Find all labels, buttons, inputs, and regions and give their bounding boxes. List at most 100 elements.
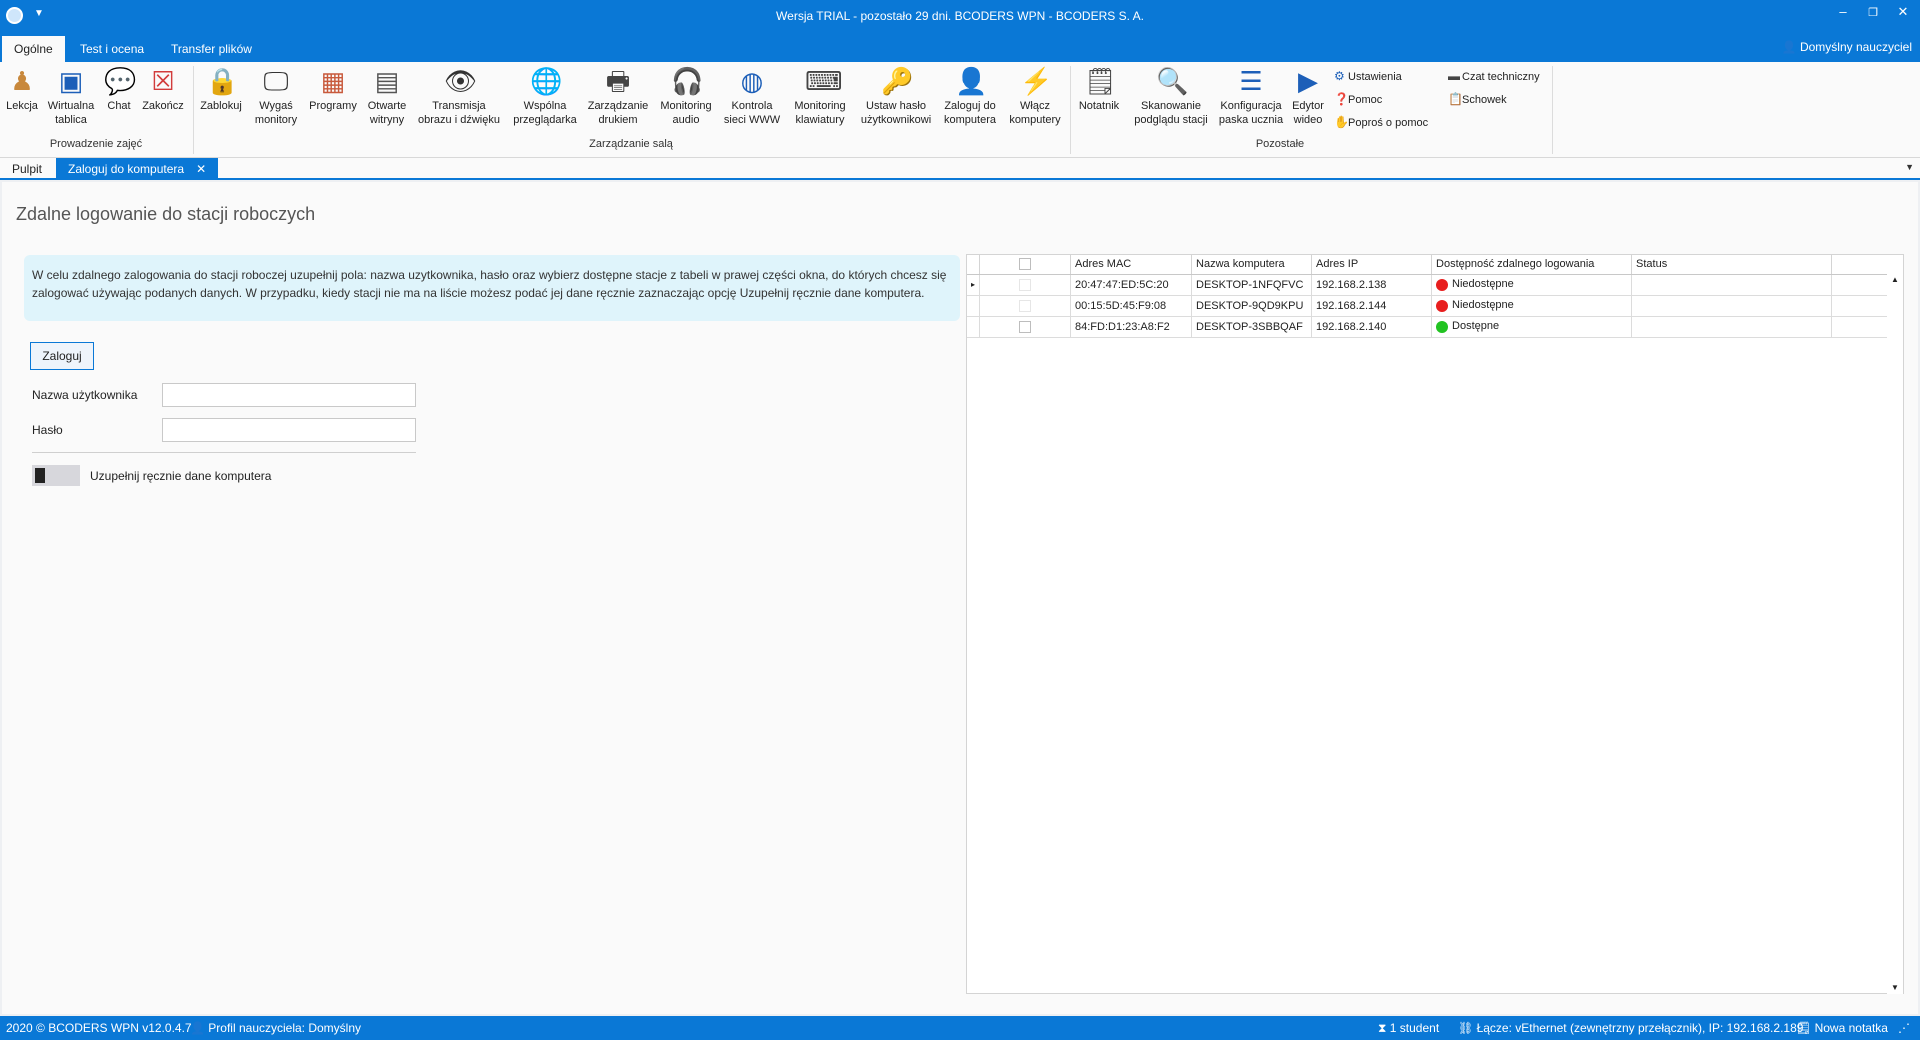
monitoring-klawiatury-button[interactable]: ⌨ Monitoring klawiatury xyxy=(786,66,854,127)
video-editor-icon: ▶ xyxy=(1298,66,1318,96)
cell-ip: 192.168.2.138 xyxy=(1311,274,1433,296)
col-ip[interactable]: Adres IP xyxy=(1311,255,1433,275)
col-status[interactable]: Status xyxy=(1631,255,1833,275)
zablokuj-button[interactable]: 🔒 Zablokuj xyxy=(196,66,246,113)
konfiguracja-paska-button[interactable]: ☰ Konfiguracja paska ucznia xyxy=(1216,66,1286,127)
profile-indicator[interactable]: 👤 Profil nauczyciela: Domyślny xyxy=(190,1021,361,1035)
status-bar: 2020 © BCODERS WPN v12.0.4.7 👤 Profil na… xyxy=(0,1016,1920,1040)
kontrola-sieci-www-button[interactable]: ◍ Kontrola sieci WWW xyxy=(720,66,784,127)
tab-ogolne[interactable]: Ogólne xyxy=(2,36,65,62)
chat-button[interactable]: 💬 Chat xyxy=(102,66,136,113)
resize-grip-icon[interactable]: ⋰ xyxy=(1898,1021,1910,1035)
tab-test-i-ocena[interactable]: Test i ocena xyxy=(68,36,156,62)
cell-filler xyxy=(1831,295,1894,317)
user-name: Domyślny nauczyciel xyxy=(1799,40,1912,54)
lekcja-label: Lekcja xyxy=(6,100,38,112)
col-filler xyxy=(1831,255,1894,275)
tab-transfer-plikow[interactable]: Transfer plików xyxy=(159,36,264,62)
col-availability[interactable]: Dostępność zdalnego logowania xyxy=(1431,255,1633,275)
row-indicator xyxy=(967,295,980,317)
wlacz-komputery-button[interactable]: ⚡ Włącz komputery xyxy=(1004,66,1066,127)
new-note-button[interactable]: 🗒 Nowa notatka xyxy=(1796,1021,1888,1035)
new-note-text: Nowa notatka xyxy=(1814,1021,1888,1035)
row-checkbox[interactable] xyxy=(1019,278,1032,291)
availability-text: Dostępne xyxy=(1452,320,1500,333)
ustawienia-button[interactable]: ⚙ Ustawienia xyxy=(1334,69,1402,83)
web-globe-icon: ◍ xyxy=(740,66,764,96)
availability-text: Niedostępne xyxy=(1452,299,1514,312)
close-tab-icon[interactable]: ✕ xyxy=(196,162,206,176)
row-checkbox[interactable] xyxy=(1019,320,1032,333)
connection-text: Łącze: vEthernet (zewnętrzny przełącznik… xyxy=(1476,1021,1804,1035)
row-checkbox[interactable] xyxy=(1019,299,1032,312)
monitoring-klawiatury-label: Monitoring klawiatury xyxy=(794,100,846,126)
edytor-wideo-button[interactable]: ▶ Edytor wideo xyxy=(1288,66,1328,127)
pomoc-button[interactable]: ❓Pomoc xyxy=(1334,92,1382,106)
lock-icon: 🔒 xyxy=(206,66,239,96)
students-indicator[interactable]: ⧗ 1 student xyxy=(1378,1021,1439,1036)
restore-icon[interactable]: ❐ xyxy=(1860,6,1886,19)
select-all-header[interactable] xyxy=(979,255,1072,275)
main-content: Zdalne logowanie do stacji roboczych W c… xyxy=(2,182,1918,1014)
cell-filler xyxy=(1831,316,1894,338)
group-prowadzenie-zajec: Prowadzenie zajęć xyxy=(49,138,143,150)
whiteboard-icon: ▣ xyxy=(58,66,84,96)
table-row[interactable]: 00:15:5D:45:F9:08 DESKTOP-9QD9KPU 192.16… xyxy=(967,295,1894,317)
tech-chat-icon: ▬ xyxy=(1448,69,1460,83)
cell-ip: 192.168.2.144 xyxy=(1311,295,1433,317)
copyright-text: 2020 © BCODERS WPN v12.0.4.7 xyxy=(6,1021,192,1035)
tab-pulpit[interactable]: Pulpit xyxy=(0,158,54,180)
monitoring-audio-label: Monitoring audio xyxy=(660,100,712,126)
menu-bar: Ogólne Test i ocena Transfer plików 👤 Do… xyxy=(0,32,1920,62)
transmisja-button[interactable]: 👁 Transmisja obrazu i dźwięku xyxy=(414,66,504,127)
row-checkbox-cell[interactable] xyxy=(979,295,1072,317)
username-input[interactable] xyxy=(162,383,416,407)
user-menu[interactable]: 👤 Domyślny nauczyciel xyxy=(1782,40,1912,54)
connection-indicator[interactable]: ⛓ Łącze: vEthernet (zewnętrzny przełączn… xyxy=(1458,1021,1803,1035)
zarzadzanie-drukiem-button[interactable]: 🖶 Zarządzanie drukiem xyxy=(584,66,652,127)
wygas-monitory-button[interactable]: 🖵 Wygaś monitory xyxy=(250,66,302,127)
tabs-dropdown-icon[interactable]: ▼ xyxy=(1905,162,1914,172)
programs-grid-icon: ▦ xyxy=(320,66,346,96)
wlacz-komputery-label: Włącz komputery xyxy=(1009,100,1061,126)
current-row-indicator-icon: ▸ xyxy=(967,274,980,296)
monitoring-audio-button[interactable]: 🎧 Monitoring audio xyxy=(654,66,718,127)
otwarte-witryny-button[interactable]: ▤ Otwarte witryny xyxy=(362,66,412,127)
czat-techniczny-button[interactable]: ▬ Czat techniczny xyxy=(1448,69,1540,83)
tab-zaloguj-label: Zaloguj do komputera xyxy=(68,162,185,176)
group-pozostale: Pozostałe xyxy=(1255,138,1305,150)
ustawienia-label: Ustawienia xyxy=(1348,71,1402,83)
user-icon: 👤 xyxy=(1781,40,1797,54)
table-row[interactable]: 84:FD:D1:23:A8:F2 DESKTOP-3SBBQAF 192.16… xyxy=(967,316,1894,338)
skanowanie-button[interactable]: 🔍 Skanowanie podglądu stacji xyxy=(1126,66,1216,127)
schowek-button[interactable]: 📋Schowek xyxy=(1448,92,1507,106)
ustaw-haslo-button[interactable]: 🔑 Ustaw hasło użytkownikowi xyxy=(856,66,936,127)
row-checkbox-cell[interactable] xyxy=(979,316,1072,338)
table-row[interactable]: ▸ 20:47:47:ED:5C:20 DESKTOP-1NFQFVC 192.… xyxy=(967,274,1894,296)
notatnik-button[interactable]: 🗒 Notatnik xyxy=(1074,66,1124,113)
wirtualna-tablica-button[interactable]: ▣ Wirtualna tablica xyxy=(42,66,100,127)
vertical-scrollbar[interactable]: ▲ ▼ xyxy=(1887,273,1903,994)
scroll-up-icon[interactable]: ▲ xyxy=(1891,275,1899,284)
select-all-checkbox[interactable] xyxy=(1019,258,1032,271)
manual-entry-toggle[interactable] xyxy=(32,465,80,486)
cell-status xyxy=(1631,274,1833,296)
programy-button[interactable]: ▦ Programy xyxy=(304,66,362,113)
col-name[interactable]: Nazwa komputera xyxy=(1191,255,1313,275)
minimize-icon[interactable]: – xyxy=(1830,4,1856,19)
wspolna-przegladarka-button[interactable]: 🌐 Wspólna przeglądarka xyxy=(506,66,584,127)
toggle-knob xyxy=(35,468,45,483)
scroll-down-icon[interactable]: ▼ xyxy=(1891,983,1899,992)
cell-mac: 00:15:5D:45:F9:08 xyxy=(1070,295,1193,317)
computers-table: Adres MAC Nazwa komputera Adres IP Dostę… xyxy=(967,255,1894,338)
lekcja-button[interactable]: ♟ Lekcja xyxy=(4,66,40,113)
row-checkbox-cell[interactable] xyxy=(979,274,1072,296)
col-mac[interactable]: Adres MAC xyxy=(1070,255,1193,275)
popros-o-pomoc-button[interactable]: ✋Poproś o pomoc xyxy=(1334,115,1428,129)
password-input[interactable] xyxy=(162,418,416,442)
zakoncz-button[interactable]: ☒ Zakończ xyxy=(138,66,188,113)
login-button[interactable]: Zaloguj xyxy=(30,342,94,370)
tab-zaloguj-do-komputera[interactable]: Zaloguj do komputera ✕ xyxy=(56,158,219,180)
zaloguj-do-komputera-button[interactable]: 👤 Zaloguj do komputera xyxy=(938,66,1002,127)
close-icon[interactable]: ✕ xyxy=(1890,4,1916,20)
